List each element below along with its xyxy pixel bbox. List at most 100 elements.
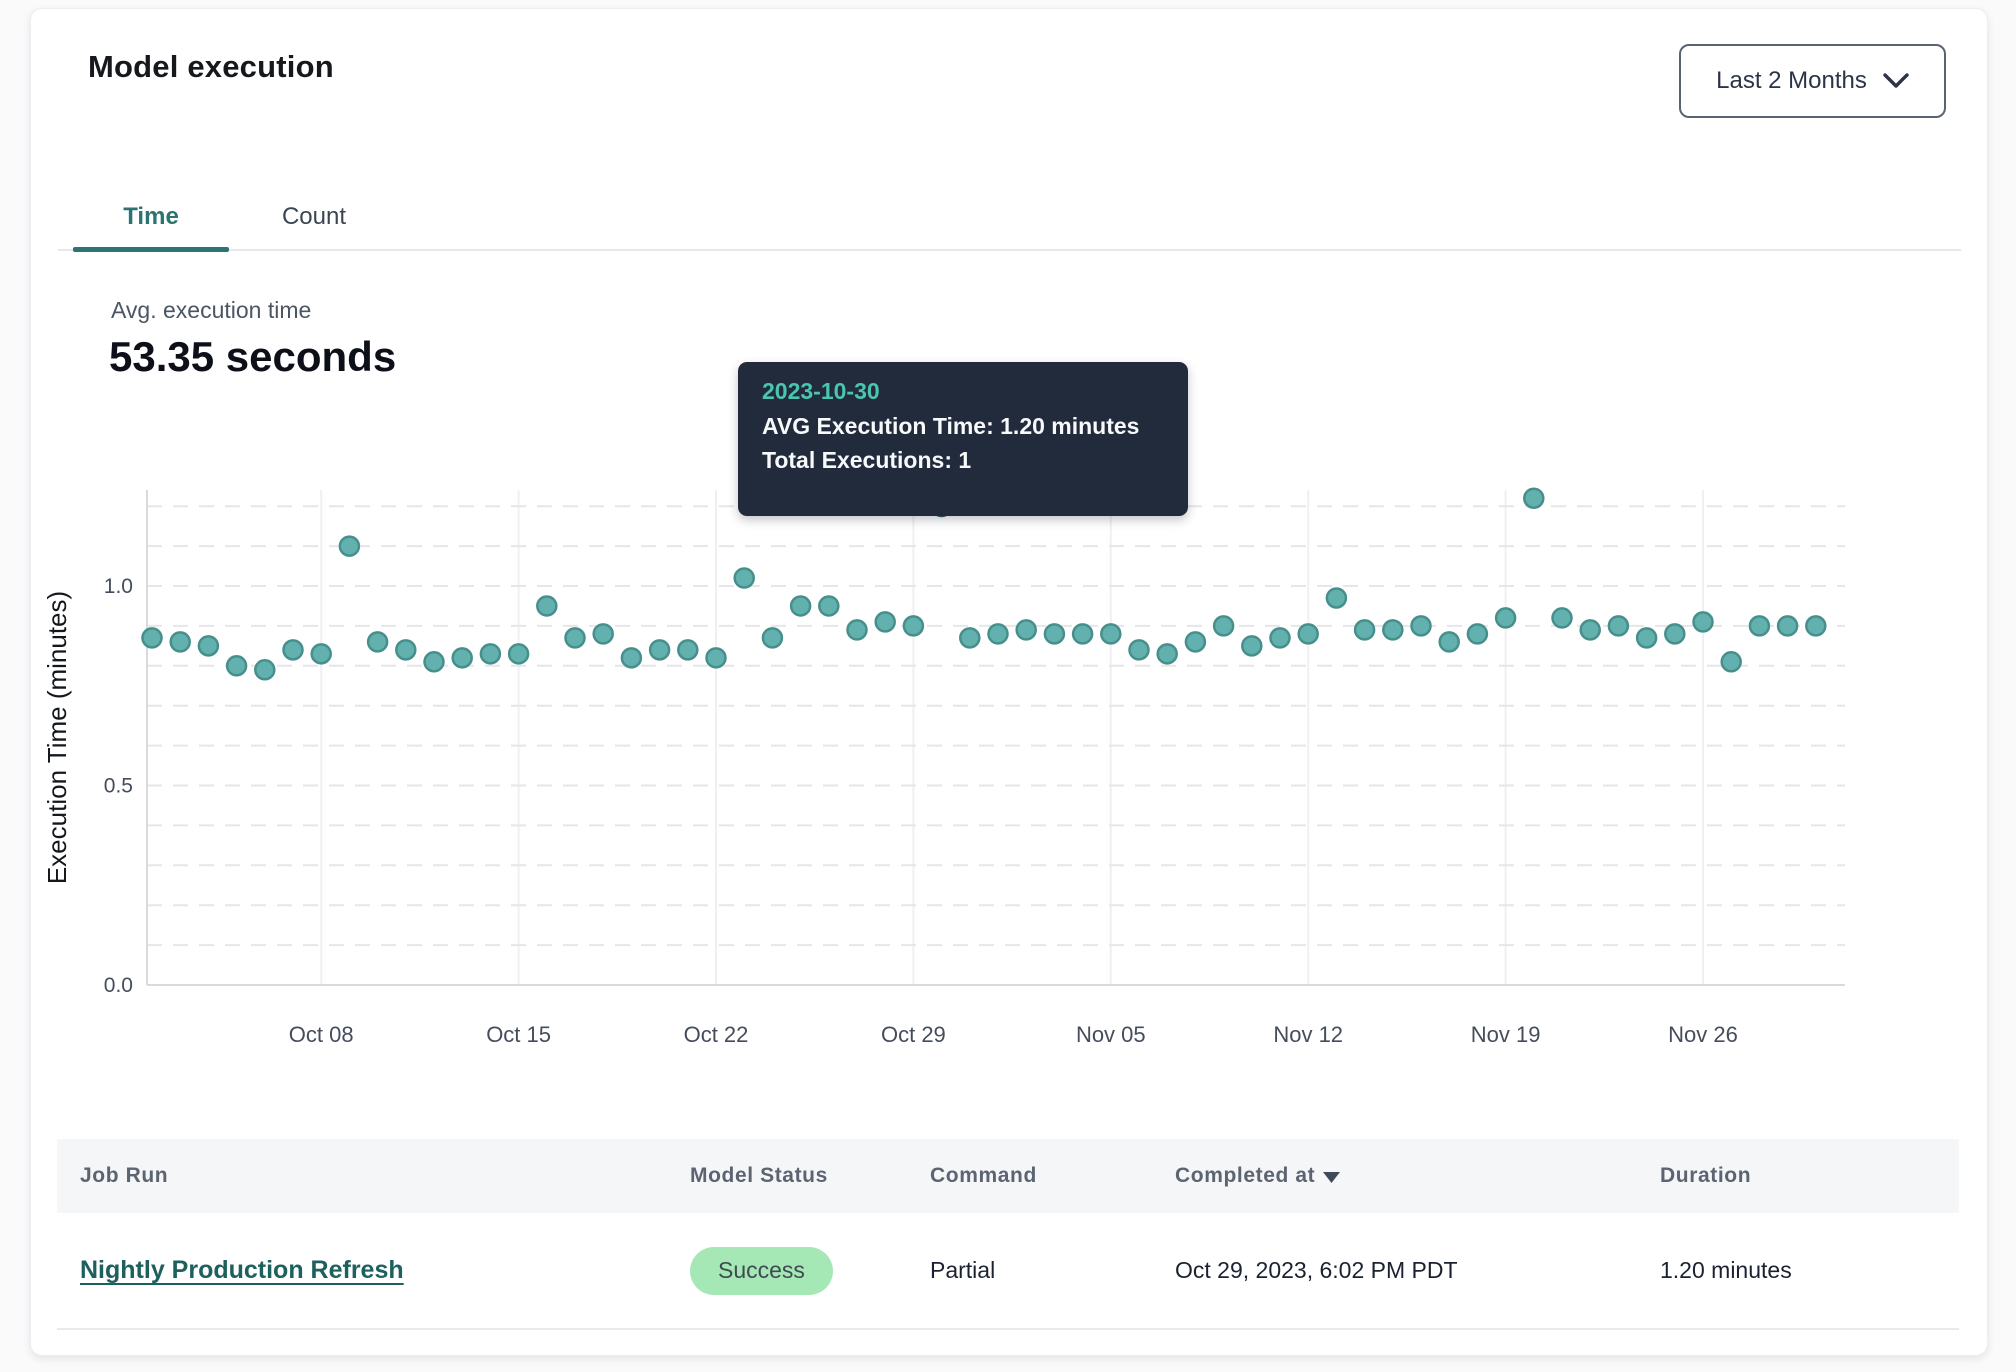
data-point[interactable] — [1017, 620, 1036, 639]
tab-time[interactable]: Time — [73, 185, 229, 249]
data-point[interactable] — [284, 640, 303, 659]
data-point[interactable] — [1299, 624, 1318, 643]
data-point[interactable] — [143, 628, 162, 647]
page-title: Model execution — [88, 49, 334, 85]
column-header-completed-at[interactable]: Completed at — [1175, 1139, 1340, 1213]
x-tick-label: Nov 26 — [1668, 1022, 1738, 1047]
data-point[interactable] — [707, 648, 726, 667]
data-point[interactable] — [1524, 489, 1543, 508]
data-point[interactable] — [678, 640, 697, 659]
data-point[interactable] — [566, 628, 585, 647]
y-tick-label: 0.5 — [104, 775, 133, 798]
column-header-duration[interactable]: Duration — [1660, 1139, 1751, 1213]
data-point[interactable] — [650, 640, 669, 659]
data-point[interactable] — [989, 624, 1008, 643]
tooltip-avg-execution: AVG Execution Time: 1.20 minutes — [762, 413, 1116, 440]
x-tick-label: Oct 22 — [684, 1022, 749, 1047]
data-point[interactable] — [1609, 616, 1628, 635]
data-point[interactable] — [1158, 644, 1177, 663]
x-tick-label: Oct 15 — [486, 1022, 551, 1047]
x-tick-label: Oct 29 — [881, 1022, 946, 1047]
data-point[interactable] — [791, 596, 810, 615]
data-point[interactable] — [960, 628, 979, 647]
data-point[interactable] — [171, 632, 190, 651]
data-point[interactable] — [368, 632, 387, 651]
data-point[interactable] — [1440, 632, 1459, 651]
command-cell: Partial — [930, 1257, 995, 1284]
table-row: Nightly Production Refresh Success Parti… — [57, 1213, 1959, 1330]
data-point[interactable] — [904, 616, 923, 635]
data-point[interactable] — [1637, 628, 1656, 647]
tooltip-date: 2023-10-30 — [762, 378, 1116, 405]
data-point[interactable] — [1186, 632, 1205, 651]
data-point[interactable] — [1130, 640, 1149, 659]
avg-execution-time-label: Avg. execution time — [111, 297, 311, 324]
data-point[interactable] — [255, 660, 274, 679]
data-point[interactable] — [1722, 652, 1741, 671]
data-point[interactable] — [396, 640, 415, 659]
data-point[interactable] — [199, 636, 218, 655]
tooltip-total-executions: Total Executions: 1 — [762, 447, 1116, 474]
x-tick-label: Nov 19 — [1471, 1022, 1541, 1047]
data-point[interactable] — [340, 537, 359, 556]
data-point[interactable] — [1778, 616, 1797, 635]
tab-count[interactable]: Count — [229, 185, 399, 249]
data-point[interactable] — [481, 644, 500, 663]
data-point[interactable] — [509, 644, 528, 663]
data-point[interactable] — [1327, 588, 1346, 607]
data-point[interactable] — [1665, 624, 1684, 643]
tab-count-label: Count — [282, 203, 346, 231]
date-range-value: Last 2 Months — [1716, 67, 1867, 95]
x-tick-label: Nov 12 — [1273, 1022, 1343, 1047]
data-point[interactable] — [1271, 628, 1290, 647]
data-point[interactable] — [1214, 616, 1233, 635]
data-point[interactable] — [1496, 608, 1515, 627]
data-point[interactable] — [1383, 620, 1402, 639]
date-range-dropdown[interactable]: Last 2 Months — [1679, 44, 1946, 118]
column-header-model-status[interactable]: Model Status — [690, 1139, 828, 1213]
duration-cell: 1.20 minutes — [1660, 1257, 1792, 1284]
data-point[interactable] — [1355, 620, 1374, 639]
data-point[interactable] — [1694, 612, 1713, 631]
x-tick-label: Nov 05 — [1076, 1022, 1146, 1047]
data-point[interactable] — [622, 648, 641, 667]
data-point[interactable] — [1806, 616, 1825, 635]
data-point[interactable] — [227, 656, 246, 675]
completed-at-cell: Oct 29, 2023, 6:02 PM PDT — [1175, 1257, 1458, 1284]
data-point[interactable] — [1101, 624, 1120, 643]
job-run-link[interactable]: Nightly Production Refresh — [80, 1256, 404, 1285]
data-point[interactable] — [1045, 624, 1064, 643]
data-point[interactable] — [1412, 616, 1431, 635]
data-point[interactable] — [848, 620, 867, 639]
chart-tabs: Time Count — [58, 185, 1961, 251]
x-tick-label: Oct 08 — [289, 1022, 354, 1047]
data-point[interactable] — [819, 596, 838, 615]
execution-time-chart: 0.0 0.5 1.0 Oct 08 Oct 15 Oct 22 Oct 29 Nov 05 N… — [40, 470, 1900, 1070]
data-point[interactable] — [1581, 620, 1600, 639]
column-header-command[interactable]: Command — [930, 1139, 1037, 1213]
data-point[interactable] — [1073, 624, 1092, 643]
data-point[interactable] — [425, 652, 444, 671]
data-point[interactable] — [453, 648, 472, 667]
data-point[interactable] — [312, 644, 331, 663]
chevron-down-icon — [1883, 73, 1909, 89]
data-point[interactable] — [1242, 636, 1261, 655]
data-point[interactable] — [735, 569, 754, 588]
y-axis-title: Execution Time (minutes) — [42, 591, 72, 884]
tab-time-label: Time — [123, 203, 179, 231]
data-point[interactable] — [1553, 608, 1572, 627]
avg-execution-time-value: 53.35 seconds — [109, 333, 396, 381]
sort-desc-icon — [1323, 1172, 1340, 1183]
data-point[interactable] — [1750, 616, 1769, 635]
data-point[interactable] — [876, 612, 895, 631]
y-tick-label: 0.0 — [104, 974, 133, 997]
active-tab-underline — [73, 247, 229, 252]
data-point[interactable] — [537, 596, 556, 615]
data-point[interactable] — [594, 624, 613, 643]
chart-tooltip: 2023-10-30 AVG Execution Time: 1.20 minu… — [738, 362, 1188, 516]
status-badge: Success — [690, 1247, 833, 1295]
column-header-job-run[interactable]: Job Run — [80, 1139, 168, 1213]
y-tick-label: 1.0 — [104, 575, 133, 598]
data-point[interactable] — [1468, 624, 1487, 643]
data-point[interactable] — [763, 628, 782, 647]
